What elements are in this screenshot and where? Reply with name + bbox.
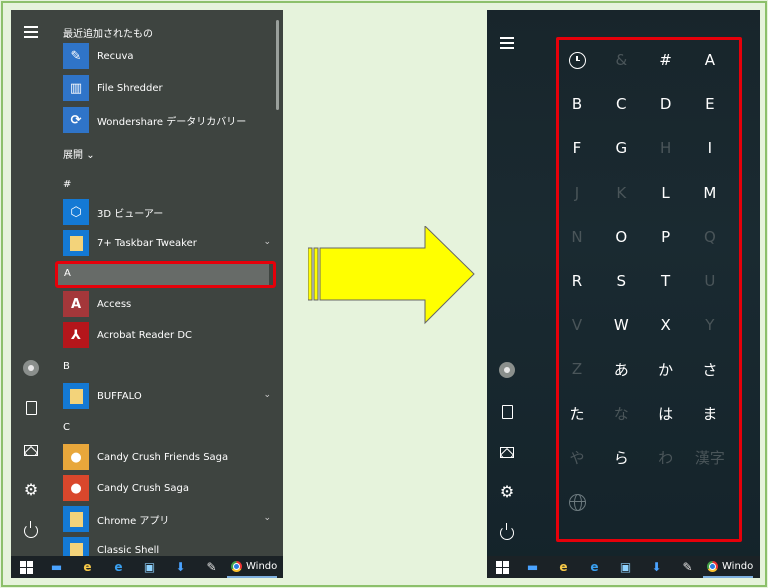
app-label: 3D ビューアー [97,208,164,220]
recent-header: 最近追加されたもの [63,29,153,40]
file-shredder-icon: ▥ [63,75,89,101]
app-label: BUFFALO [97,390,142,402]
user-avatar-icon[interactable] [487,357,527,383]
ie-icon[interactable]: e [548,556,579,578]
edge-icon[interactable]: e [579,556,610,578]
windows-start-button[interactable] [11,556,41,578]
user-avatar-icon[interactable] [11,355,51,381]
app-access[interactable]: A Access [63,290,271,318]
edge-icon[interactable]: e [103,556,134,578]
app-file-shredder[interactable]: ▥ File Shredder [63,74,271,102]
app-label: 7+ Taskbar Tweaker [97,237,197,249]
chevron-down-icon[interactable]: ⌄ [263,513,271,523]
app-buffalo[interactable]: BUFFALO ⌄ [63,382,271,410]
pictures-icon[interactable] [11,437,51,463]
folder-icon [63,383,89,409]
app-label: Chrome アプリ [97,515,170,527]
expand-button[interactable]: 展開 ⌄ [63,146,95,161]
settings-gear-icon[interactable]: ⚙ [487,479,527,505]
download-icon[interactable]: ⬇ [641,556,672,578]
candy-friends-icon: ● [63,444,89,470]
group-letter-hash[interactable]: # [63,179,71,190]
folder-icon [63,506,89,532]
power-icon[interactable] [11,518,51,544]
app-label: File Shredder [97,82,163,94]
candy-icon: ● [63,475,89,501]
power-icon[interactable] [487,520,527,546]
access-icon: A [63,291,89,317]
highlight-box-index-grid [556,37,742,542]
acrobat-icon: ⅄ [63,322,89,348]
hamburger-menu-icon[interactable] [487,30,527,56]
chevron-down-icon[interactable]: ⌄ [263,237,271,247]
taskbar: ▬ e e ▣ ⬇ ✎ Windo [11,556,283,578]
app-label: Classic Shell [97,544,160,556]
chrome-taskbar-button[interactable]: Windo [703,556,754,578]
app-label: Acrobat Reader DC [97,329,192,341]
app-chrome-apps[interactable]: Chrome アプリ ⌄ [63,505,271,533]
wondershare-icon: ⟳ [63,107,89,133]
folder-icon [63,230,89,256]
expand-label: 展開 [63,150,83,161]
chevron-down-icon: ⌄ [86,150,95,161]
app-label: Wondershare データリカバリー [97,116,247,128]
app-acrobat[interactable]: ⅄ Acrobat Reader DC [63,321,271,349]
app-3d-viewer[interactable]: ⬡ 3D ビューアー [63,198,271,226]
app-label: Candy Crush Friends Saga [97,451,229,463]
mail-icon[interactable]: ▬ [517,556,548,578]
arrow-right-graphic [308,226,475,325]
documents-icon[interactable] [487,399,527,425]
start-menu-rail: ⚙ [11,10,51,558]
mail-icon[interactable]: ▬ [41,556,72,578]
app-candy-crush-friends[interactable]: ● Candy Crush Friends Saga [63,443,271,471]
app-recuva[interactable]: ✎ Recuva [63,42,271,70]
download-icon[interactable]: ⬇ [165,556,196,578]
settings-gear-icon[interactable]: ⚙ [11,477,51,503]
start-menu-list-panel: ⚙ 最近追加されたもの ✎ Recuva ▥ File Shredder ⟳ W… [11,10,283,578]
pictures-icon[interactable] [487,439,527,465]
app-7-taskbar-tweaker[interactable]: 7+ Taskbar Tweaker ⌄ [63,229,271,257]
scrollbar[interactable] [276,20,279,110]
recuva-icon: ✎ [63,43,89,69]
app-candy-crush[interactable]: ● Candy Crush Saga [63,474,271,502]
documents-icon[interactable] [11,395,51,421]
paint-icon[interactable]: ✎ [196,556,227,578]
start-menu-index-panel: ⚙ & # A B C D E F G H I J K L M N O P Q R S T U V W X Y Z あかさたなはまやらわ… [487,10,760,578]
app-label: Access [97,298,132,310]
chrome-icon [231,560,242,572]
app-label: Candy Crush Saga [97,482,190,494]
app-wondershare[interactable]: ⟳ Wondershare データリカバリー [63,106,271,134]
windows-start-button[interactable] [487,556,517,578]
group-letter-b[interactable]: B [63,361,70,372]
chrome-taskbar-label: Windo [246,560,278,572]
ie-icon[interactable]: e [72,556,103,578]
control-panel-icon[interactable]: ▣ [134,556,165,578]
taskbar: ▬ e e ▣ ⬇ ✎ Windo [487,556,760,578]
chevron-down-icon[interactable]: ⌄ [263,390,271,400]
app-label: Recuva [97,50,134,62]
control-panel-icon[interactable]: ▣ [610,556,641,578]
cube-icon: ⬡ [63,199,89,225]
chrome-taskbar-button[interactable]: Windo [227,556,278,578]
hamburger-menu-icon[interactable] [11,19,51,45]
chrome-icon [707,560,718,572]
chrome-taskbar-label: Windo [722,560,754,572]
highlight-box-letter-a [55,261,276,288]
group-letter-c[interactable]: C [63,422,70,433]
paint-icon[interactable]: ✎ [672,556,703,578]
